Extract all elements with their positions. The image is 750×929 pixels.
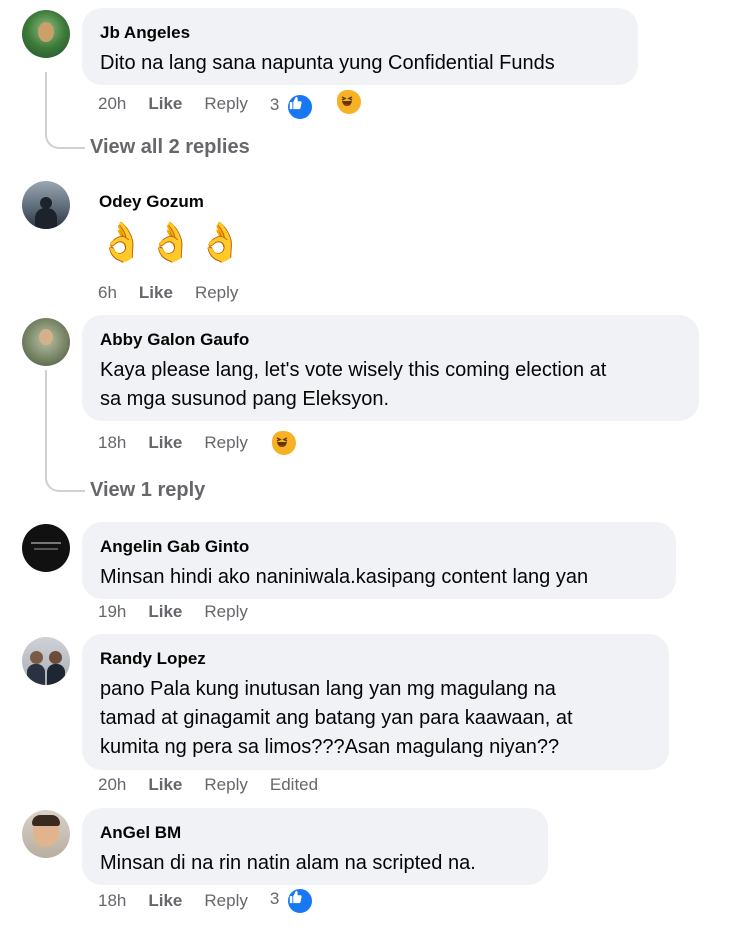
comment-text: Minsan hindi ako naniniwala.kasipang con… [100, 566, 589, 588]
ok-hand-emoji: 👌 [98, 222, 148, 264]
view-replies-link[interactable]: View all 2 replies [90, 136, 250, 159]
ok-hand-emoji: 👌 [147, 222, 197, 264]
comment-actions: 6h Like Reply [98, 281, 260, 305]
comment-timestamp[interactable]: 18h [98, 891, 126, 911]
reaction-summary[interactable] [269, 429, 320, 457]
ok-hand-emoji: 👌 [196, 222, 246, 264]
avatar[interactable] [22, 181, 70, 229]
comment-author[interactable]: Abby Galon Gaufo [100, 329, 681, 351]
comment-bubble: Jb Angeles Dito na lang sana napunta yun… [82, 8, 638, 85]
view-replies-link[interactable]: View 1 reply [90, 479, 205, 502]
comment-timestamp[interactable]: 18h [98, 433, 126, 453]
avatar[interactable] [22, 318, 70, 366]
comment-timestamp[interactable]: 6h [98, 283, 117, 303]
like-button[interactable]: Like [148, 433, 182, 453]
reaction-count: 3 [269, 889, 280, 908]
comment-bubble: Angelin Gab Ginto Minsan hindi ako nanin… [82, 522, 676, 599]
comment-text: pano Pala kung inutusan lang yan mg magu… [100, 678, 556, 700]
comment-bubble: Abby Galon Gaufo Kaya please lang, let's… [82, 315, 699, 421]
reply-thread-line [45, 72, 85, 149]
like-button[interactable]: Like [148, 602, 182, 622]
comment-bubble: Randy Lopez pano Pala kung inutusan lang… [82, 634, 669, 770]
avatar[interactable] [22, 524, 70, 572]
like-icon [286, 887, 315, 915]
comment-text: Dito na lang sana napunta yung Confident… [100, 52, 555, 74]
comment-text: Kaya please lang, let's vote wisely this… [100, 359, 607, 381]
comment-timestamp[interactable]: 19h [98, 602, 126, 622]
reaction-summary[interactable]: 3 [270, 887, 336, 915]
haha-icon [334, 87, 363, 116]
comment-author[interactable]: Angelin Gab Ginto [100, 536, 658, 558]
avatar[interactable] [22, 637, 70, 685]
comment-timestamp[interactable]: 20h [98, 775, 126, 795]
comment-actions: 20h Like Reply Edited [98, 773, 340, 797]
comment-actions: 19h Like Reply [98, 600, 270, 624]
comment-author[interactable]: Jb Angeles [100, 22, 620, 44]
comment-author[interactable]: Odey Gozum [99, 191, 204, 213]
comment-author[interactable]: Randy Lopez [100, 648, 651, 670]
comment-text: tamad at ginagamit ang batang yan para k… [100, 707, 573, 729]
comment-timestamp[interactable]: 20h [98, 94, 126, 114]
edited-label[interactable]: Edited [270, 775, 318, 795]
reaction-summary[interactable]: 3 [269, 87, 385, 121]
reply-button[interactable]: Reply [204, 433, 247, 453]
avatar[interactable] [22, 810, 70, 858]
comment-bubble: AnGel BM Minsan di na rin natin alam na … [82, 808, 548, 885]
comment-actions: 20h Like Reply 3 [98, 87, 407, 121]
reply-button[interactable]: Reply [204, 775, 247, 795]
comment-author[interactable]: AnGel BM [100, 822, 530, 844]
like-button[interactable]: Like [148, 891, 182, 911]
reply-thread-line [45, 370, 85, 492]
like-icon [286, 92, 315, 121]
comment-text: sa mga susunod pang Eleksyon. [100, 388, 390, 410]
comment-actions: 18h Like Reply 3 [98, 887, 358, 915]
like-button[interactable]: Like [139, 283, 173, 303]
reply-button[interactable]: Reply [204, 94, 247, 114]
reply-button[interactable]: Reply [204, 602, 247, 622]
comment-text: kumita ng pera sa limos???Asan magulang … [100, 736, 560, 758]
reply-button[interactable]: Reply [204, 891, 247, 911]
like-button[interactable]: Like [148, 775, 182, 795]
emoji-row: 👌👌👌 [98, 218, 246, 268]
comment-actions: 18h Like Reply [98, 429, 342, 457]
like-button[interactable]: Like [148, 94, 182, 114]
comment-text: Minsan di na rin natin alam na scripted … [100, 852, 476, 874]
reply-button[interactable]: Reply [195, 283, 238, 303]
reaction-count: 3 [269, 94, 280, 114]
haha-icon [269, 429, 298, 457]
avatar[interactable] [22, 10, 70, 58]
